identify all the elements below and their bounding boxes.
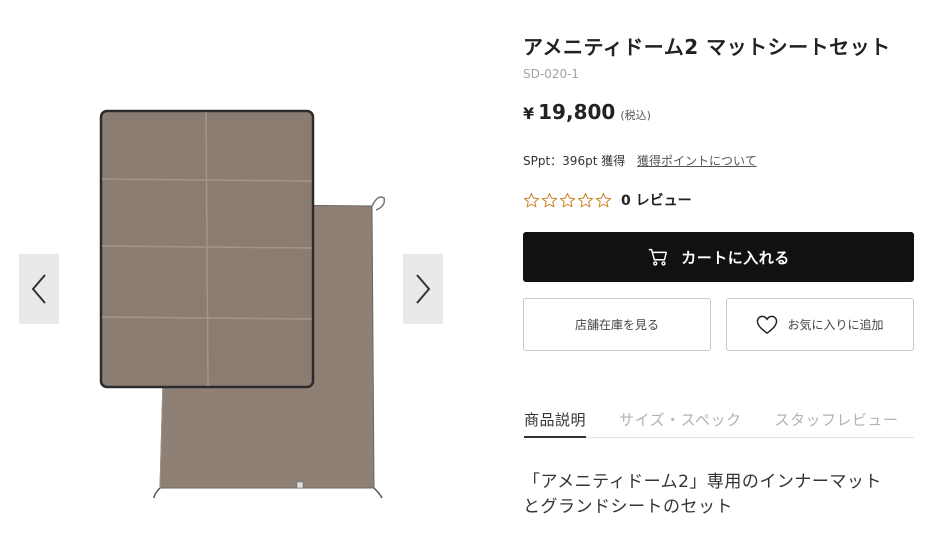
- store-stock-button[interactable]: 店舗在庫を見る: [523, 298, 711, 351]
- star-icon: [523, 192, 540, 209]
- product-description: 「アメニティドーム2」専用のインナーマット とグランドシートのセット: [523, 470, 914, 520]
- points-about-link[interactable]: 獲得ポイントについて: [637, 154, 757, 168]
- star-icon: [577, 192, 594, 209]
- star-icon: [595, 192, 612, 209]
- product-image: [96, 106, 396, 500]
- points-text: SPpt：396pt 獲得: [523, 154, 626, 168]
- price-tax-label: (税込): [620, 109, 651, 122]
- star-icon: [541, 192, 558, 209]
- gallery-prev-button[interactable]: [19, 254, 59, 324]
- review-count-link[interactable]: 0 レビュー: [621, 190, 692, 210]
- price-currency: ¥: [523, 104, 535, 123]
- tab-size-spec[interactable]: サイズ・スペック: [619, 406, 742, 437]
- tab-staff-review[interactable]: スタッフレビュー: [775, 406, 899, 437]
- gallery-next-button[interactable]: [403, 254, 443, 324]
- cart-icon: [647, 246, 669, 268]
- description-line: とグランドシートのセット: [523, 497, 733, 517]
- chevron-right-icon: [414, 273, 432, 305]
- add-favorite-label: お気に入りに追加: [787, 318, 884, 332]
- price: ¥ 19,800 (税込): [523, 100, 651, 124]
- product-gallery: [0, 0, 470, 534]
- description-line: 「アメニティドーム2」専用のインナーマット: [523, 472, 882, 492]
- price-value: 19,800: [538, 100, 616, 124]
- add-favorite-button[interactable]: お気に入りに追加: [726, 298, 914, 351]
- store-stock-label: 店舗在庫を見る: [574, 318, 659, 332]
- product-title: アメニティドーム2 マットシートセット: [523, 35, 891, 59]
- rating: 0 レビュー: [523, 190, 692, 210]
- product-tabs: 商品説明 サイズ・スペック スタッフレビュー: [523, 406, 914, 438]
- product-details: アメニティドーム2 マットシートセット SD-020-1 ¥ 19,800 (税…: [523, 0, 915, 534]
- star-icon: [559, 192, 576, 209]
- points-info: SPpt：396pt 獲得 獲得ポイントについて: [523, 152, 757, 169]
- heart-icon: [756, 315, 778, 335]
- product-sku: SD-020-1: [523, 67, 580, 81]
- chevron-left-icon: [30, 273, 48, 305]
- tab-description[interactable]: 商品説明: [524, 406, 587, 438]
- add-to-cart-label: カートに入れる: [681, 248, 790, 267]
- add-to-cart-button[interactable]: カートに入れる: [523, 232, 914, 282]
- rating-stars: [523, 192, 612, 209]
